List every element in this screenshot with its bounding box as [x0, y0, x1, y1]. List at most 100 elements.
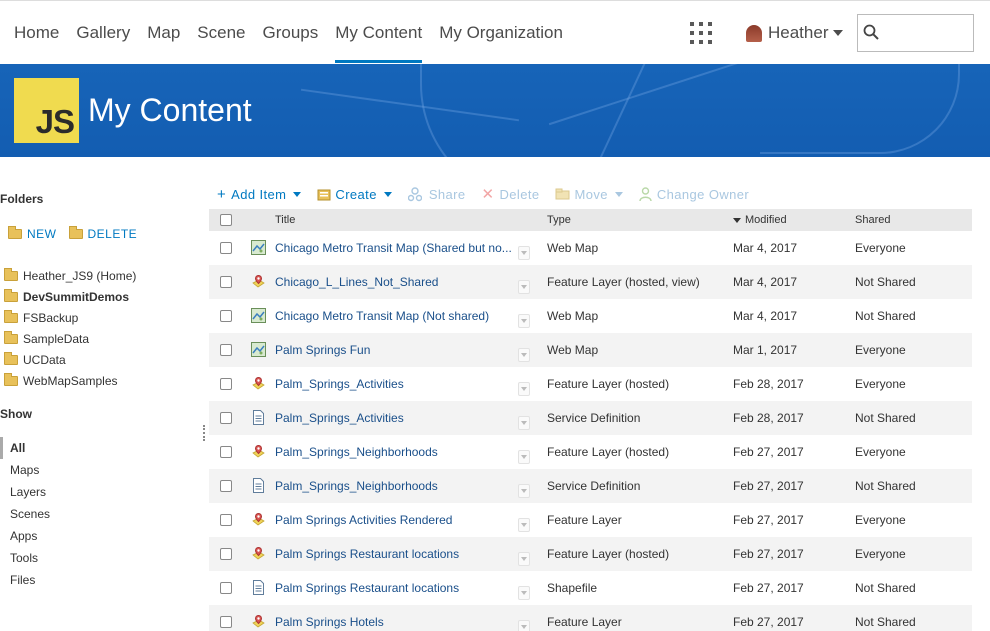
share-button[interactable]: Share	[407, 186, 466, 202]
table-row[interactable]: Palm Springs Restaurant locations Feature…	[209, 537, 972, 571]
row-checkbox[interactable]	[220, 446, 232, 458]
folder-list: Heather_JS9 (Home) DevSummitDemos FSBack…	[4, 265, 136, 391]
folder-item[interactable]: Heather_JS9 (Home)	[4, 265, 136, 286]
table-row[interactable]: Palm_Springs_Activities Feature Layer (ho…	[209, 367, 972, 401]
table-row[interactable]: Palm Springs Hotels Feature Layer Feb 27, …	[209, 605, 972, 631]
show-layers[interactable]: Layers	[0, 481, 200, 503]
search-box[interactable]	[857, 14, 974, 52]
row-menu-button[interactable]	[518, 246, 530, 260]
row-menu-button[interactable]	[518, 586, 530, 600]
table-row[interactable]: Palm Springs Restaurant locations Shapefi…	[209, 571, 972, 605]
document-icon	[251, 478, 266, 493]
table-row[interactable]: Chicago_L_Lines_Not_Shared Feature Layer …	[209, 265, 972, 299]
folder-icon	[4, 267, 18, 281]
row-menu-button[interactable]	[518, 518, 530, 532]
create-button[interactable]: Create	[317, 187, 392, 202]
item-title-link[interactable]: Palm_Springs_Neighborhoods	[275, 479, 438, 493]
share-icon	[407, 186, 422, 201]
item-title-link[interactable]: Palm_Springs_Activities	[275, 377, 404, 391]
delete-button[interactable]: ✕ Delete	[482, 185, 540, 203]
show-files[interactable]: Files	[0, 569, 200, 591]
nav-groups[interactable]: Groups	[263, 1, 319, 65]
nav-my-content[interactable]: My Content	[335, 1, 422, 65]
nav-scene[interactable]: Scene	[197, 1, 245, 65]
row-menu-button[interactable]	[518, 620, 530, 631]
row-menu-button[interactable]	[518, 552, 530, 566]
nav-my-organization[interactable]: My Organization	[439, 1, 563, 65]
add-item-button[interactable]: + Add Item	[217, 186, 302, 203]
row-checkbox[interactable]	[220, 412, 232, 424]
row-checkbox[interactable]	[220, 548, 232, 560]
item-title-link[interactable]: Palm Springs Activities Rendered	[275, 513, 452, 527]
search-input[interactable]	[886, 21, 970, 45]
folder-icon	[4, 309, 18, 323]
row-checkbox[interactable]	[220, 344, 232, 356]
folder-item[interactable]: FSBackup	[4, 307, 136, 328]
table-row[interactable]: Palm Springs Activities Rendered Feature …	[209, 503, 972, 537]
app-launcher-icon[interactable]	[690, 22, 712, 44]
item-title-link[interactable]: Palm Springs Restaurant locations	[275, 547, 459, 561]
table-row[interactable]: Palm_Springs_Activities Service Definitio…	[209, 401, 972, 435]
move-button[interactable]: Move	[555, 187, 623, 202]
nav-home[interactable]: Home	[14, 1, 59, 65]
item-title-link[interactable]: Chicago Metro Transit Map (Shared but no…	[275, 241, 512, 255]
show-all[interactable]: All	[0, 437, 200, 459]
nav-map[interactable]: Map	[147, 1, 180, 65]
folder-item[interactable]: UCData	[4, 349, 136, 370]
row-menu-button[interactable]	[518, 382, 530, 396]
page-title: My Content	[88, 92, 252, 128]
change-owner-button[interactable]: Change Owner	[639, 187, 749, 202]
folder-item[interactable]: DevSummitDemos	[4, 286, 136, 307]
table-row[interactable]: Chicago Metro Transit Map (Not shared) We…	[209, 299, 972, 333]
item-shared: Not Shared	[855, 309, 916, 323]
folder-icon	[4, 288, 18, 302]
row-menu-button[interactable]	[518, 314, 530, 328]
top-navigation: Home Gallery Map Scene Groups My Content…	[0, 0, 990, 64]
show-tools[interactable]: Tools	[0, 547, 200, 569]
header-type[interactable]: Type	[547, 214, 571, 226]
nav-gallery[interactable]: Gallery	[76, 1, 130, 65]
item-title-link[interactable]: Chicago_L_Lines_Not_Shared	[275, 275, 438, 289]
folder-item[interactable]: SampleData	[4, 328, 136, 349]
sidebar-resize-handle[interactable]	[203, 425, 206, 441]
table-row[interactable]: Palm Springs Fun Web Map Mar 1, 2017 Everyo…	[209, 333, 972, 367]
create-icon	[317, 189, 331, 200]
item-title-link[interactable]: Palm Springs Restaurant locations	[275, 581, 459, 595]
row-checkbox[interactable]	[220, 310, 232, 322]
row-menu-button[interactable]	[518, 450, 530, 464]
header-modified[interactable]: Modified	[733, 214, 787, 226]
row-menu-button[interactable]	[518, 416, 530, 430]
item-title-link[interactable]: Palm_Springs_Neighborhoods	[275, 445, 438, 459]
folder-item[interactable]: WebMapSamples	[4, 370, 136, 391]
table-row[interactable]: Palm_Springs_Neighborhoods Feature Layer …	[209, 435, 972, 469]
row-checkbox[interactable]	[220, 616, 232, 628]
header-shared[interactable]: Shared	[855, 214, 890, 226]
row-menu-button[interactable]	[518, 280, 530, 294]
item-modified: Feb 27, 2017	[733, 615, 804, 629]
header-title[interactable]: Title	[275, 214, 295, 226]
table-row[interactable]: Palm_Springs_Neighborhoods Service Defini…	[209, 469, 972, 503]
item-title-link[interactable]: Palm Springs Fun	[275, 343, 370, 357]
item-title-link[interactable]: Chicago Metro Transit Map (Not shared)	[275, 309, 489, 323]
item-title-link[interactable]: Palm Springs Hotels	[275, 615, 384, 629]
item-type: Feature Layer (hosted, view)	[547, 275, 700, 289]
select-all-checkbox[interactable]	[220, 214, 232, 226]
table-row[interactable]: Chicago Metro Transit Map (Shared but no…	[209, 231, 972, 265]
new-folder-button[interactable]: NEW	[8, 226, 57, 241]
row-checkbox[interactable]	[220, 514, 232, 526]
row-menu-button[interactable]	[518, 484, 530, 498]
row-checkbox[interactable]	[220, 276, 232, 288]
user-menu[interactable]: Heather	[746, 21, 844, 45]
item-modified: Feb 28, 2017	[733, 377, 804, 391]
row-checkbox[interactable]	[220, 480, 232, 492]
row-checkbox[interactable]	[220, 378, 232, 390]
show-scenes[interactable]: Scenes	[0, 503, 200, 525]
show-maps[interactable]: Maps	[0, 459, 200, 481]
delete-folder-button[interactable]: DELETE	[68, 226, 138, 241]
show-apps[interactable]: Apps	[0, 525, 200, 547]
folder-actions: NEW DELETE	[8, 226, 149, 241]
row-checkbox[interactable]	[220, 242, 232, 254]
row-checkbox[interactable]	[220, 582, 232, 594]
row-menu-button[interactable]	[518, 348, 530, 362]
item-title-link[interactable]: Palm_Springs_Activities	[275, 411, 404, 425]
